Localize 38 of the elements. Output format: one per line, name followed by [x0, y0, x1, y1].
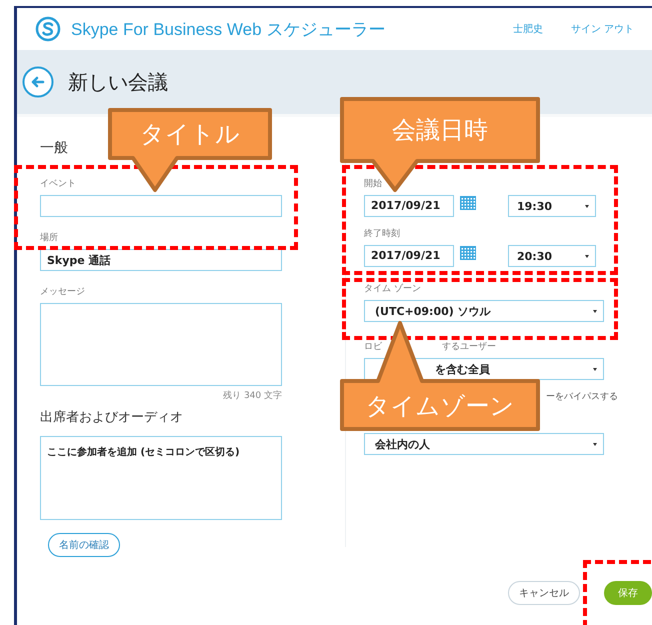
field-label: メッセージ [40, 286, 85, 298]
caret-icon [593, 368, 597, 370]
attendees-field[interactable]: ここに参加者を追加 (セミコロンで区切る) [40, 436, 282, 520]
presenters-dropdown[interactable]: 会社内の人 [364, 433, 604, 455]
field-label: 開始 [364, 178, 382, 190]
input-field[interactable]: Skype 通話 [40, 248, 282, 271]
character-counter: 残り 340 文字 [223, 390, 282, 402]
callout-label: タイムゾーン [366, 391, 514, 422]
check-names-button[interactable]: 名前の確認 [48, 533, 120, 557]
input-field[interactable] [40, 195, 282, 217]
date-field[interactable]: 2017/09/21 [364, 195, 454, 217]
message-field[interactable] [40, 302, 282, 386]
section-heading: 出席者およびオーディオ [40, 409, 184, 426]
date-field[interactable]: 2017/09/21 [364, 245, 454, 267]
field-label: ロビ [364, 340, 382, 353]
callout-label: 会議日時 [392, 115, 488, 146]
field-label: 終了時刻 [364, 228, 400, 240]
calendar-icon[interactable] [460, 196, 476, 210]
skype-logo-icon [35, 16, 61, 42]
field-label: イベント [40, 178, 76, 190]
caret-icon [585, 204, 589, 208]
time-dropdown[interactable]: 19:30 [508, 195, 596, 217]
caret-icon [593, 442, 597, 446]
callout-label: タイトル [140, 119, 240, 150]
cancel-button[interactable]: キャンセル [508, 581, 580, 605]
time-dropdown[interactable]: 20:30 [508, 245, 596, 267]
checkbox-label: ーをバイパスする [546, 391, 618, 403]
caret-icon [593, 310, 597, 312]
field-label: 場所 [40, 232, 58, 244]
page-title: 新しい会議 [68, 68, 168, 96]
section-heading: 一般 [40, 139, 69, 157]
caret-icon [585, 254, 589, 258]
field-label: タイム ゾーン [364, 282, 421, 295]
field-label: するユーザー [442, 341, 496, 353]
timezone-dropdown[interactable]: (UTC+09:00) ソウル [364, 300, 604, 322]
highlight-frame [583, 560, 652, 625]
app-title: Skype For Business Web スケジューラー [71, 18, 386, 40]
calendar-icon[interactable] [460, 246, 476, 260]
